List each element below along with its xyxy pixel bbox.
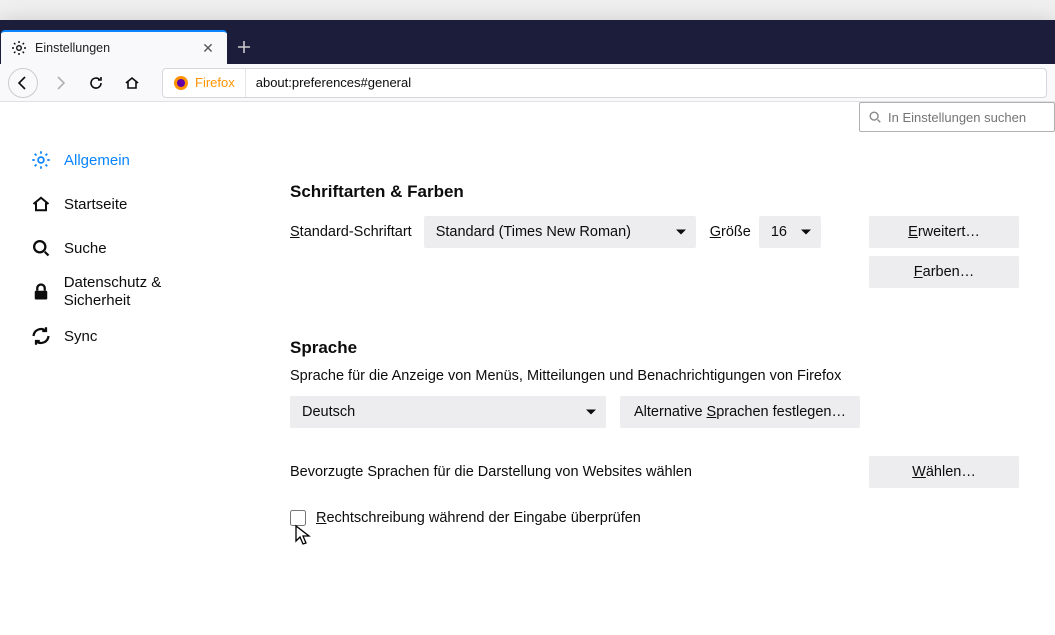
sidebar-item-label: Sync [64, 328, 97, 345]
home-button[interactable] [118, 69, 146, 97]
search-icon [868, 110, 882, 124]
lock-icon [30, 281, 52, 303]
tab-title: Einstellungen [35, 41, 199, 55]
fonts-heading: Schriftarten & Farben [290, 182, 1019, 202]
tab-active[interactable]: Einstellungen ✕ [1, 30, 227, 64]
preferred-languages-row: Bevorzugte Sprachen für die Darstellung … [290, 456, 1019, 488]
font-size-select[interactable]: 16 [759, 216, 821, 248]
cursor-icon [294, 524, 312, 546]
preferences-content: Allgemein Startseite Suche Datenschutz &… [0, 102, 1055, 635]
url-input[interactable] [246, 75, 1046, 90]
close-icon[interactable]: ✕ [199, 40, 217, 57]
advanced-fonts-button[interactable]: Erweitert… [869, 216, 1019, 248]
alt-languages-button[interactable]: Alternative Sprachen festlegen… [620, 396, 860, 428]
gear-icon [11, 40, 27, 56]
url-bar[interactable]: Firefox [162, 68, 1047, 98]
language-desc: Sprache für die Anzeige von Menüs, Mitte… [290, 368, 1019, 384]
ui-language-select[interactable]: Deutsch [290, 396, 606, 428]
home-icon [30, 193, 52, 215]
default-font-label: Standard-Schriftart [290, 224, 412, 240]
sidebar-item-search[interactable]: Suche [30, 226, 230, 270]
default-font-select[interactable]: Standard (Times New Roman) [424, 216, 696, 248]
font-size-label: Größe [710, 224, 751, 240]
preferred-languages-desc: Bevorzugte Sprachen für die Darstellung … [290, 464, 692, 480]
reload-button[interactable] [82, 69, 110, 97]
forward-button[interactable] [46, 69, 74, 97]
sidebar-item-general[interactable]: Allgemein [30, 138, 230, 182]
language-row: Deutsch Alternative Sprachen festlegen… [290, 396, 1019, 428]
new-tab-button[interactable] [227, 30, 261, 64]
window-titlebar [0, 20, 1055, 30]
back-button[interactable] [8, 68, 38, 98]
spellcheck-label: Rechtschreibung während der Eingabe über… [316, 510, 641, 526]
sidebar-item-label: Startseite [64, 196, 127, 213]
sidebar-item-label: Suche [64, 240, 107, 257]
colors-button[interactable]: Farben… [869, 256, 1019, 288]
preferences-sidebar: Allgemein Startseite Suche Datenschutz &… [0, 102, 230, 635]
gear-icon [30, 149, 52, 171]
sidebar-item-sync[interactable]: Sync [30, 314, 230, 358]
tab-strip: Einstellungen ✕ [0, 30, 1055, 64]
preferences-search-input[interactable] [888, 110, 1055, 125]
preferences-search[interactable] [859, 102, 1055, 132]
url-identity-box[interactable]: Firefox [163, 69, 246, 97]
preferences-main: Schriftarten & Farben Standard-Schriftar… [230, 102, 1055, 635]
firefox-icon [173, 75, 189, 91]
fonts-row: Standard-Schriftart Standard (Times New … [290, 216, 1019, 248]
sidebar-item-label: Datenschutz & Sicherheit [64, 274, 230, 310]
sidebar-item-privacy[interactable]: Datenschutz & Sicherheit [30, 270, 230, 314]
url-brand: Firefox [195, 75, 235, 90]
choose-languages-button[interactable]: Wählen… [869, 456, 1019, 488]
browser-window: Einstellungen ✕ Firefox [0, 20, 1055, 635]
search-icon [30, 237, 52, 259]
sidebar-item-label: Allgemein [64, 152, 130, 169]
nav-toolbar: Firefox [0, 64, 1055, 102]
sidebar-item-home[interactable]: Startseite [30, 182, 230, 226]
language-heading: Sprache [290, 338, 1019, 358]
spellcheck-row: Rechtschreibung während der Eingabe über… [290, 510, 1019, 526]
sync-icon [30, 325, 52, 347]
